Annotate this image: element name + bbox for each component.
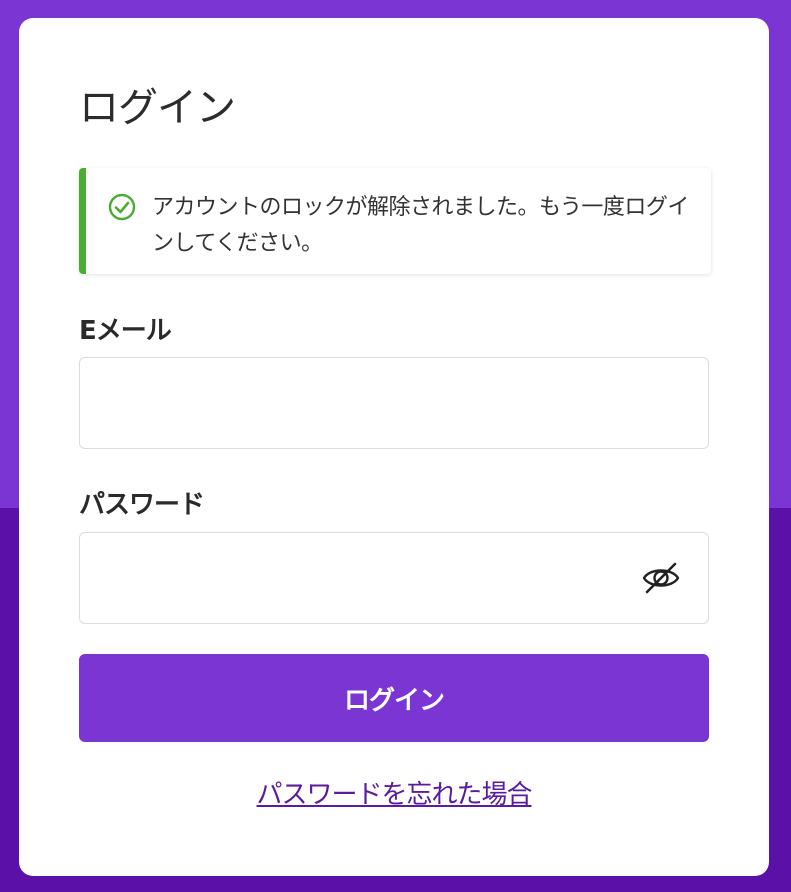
alert-message: アカウントのロックが解除されました。もう一度ログインしてください。 xyxy=(152,195,689,256)
email-field[interactable] xyxy=(79,357,709,449)
password-field[interactable] xyxy=(79,532,709,624)
eye-off-icon[interactable] xyxy=(639,559,683,597)
check-circle-icon xyxy=(108,193,136,221)
page-title: ログイン xyxy=(79,85,236,131)
login-button[interactable]: ログイン xyxy=(79,654,709,742)
login-card: ログイン アカウントのロックが解除されました。もう一度ログインしてください。 E… xyxy=(19,18,769,876)
forgot-password-link[interactable]: パスワードを忘れた場合 xyxy=(19,774,769,811)
success-alert: アカウントのロックが解除されました。もう一度ログインしてください。 xyxy=(79,168,711,274)
email-label: Eメール xyxy=(79,316,172,346)
password-label: パスワード xyxy=(79,490,205,520)
